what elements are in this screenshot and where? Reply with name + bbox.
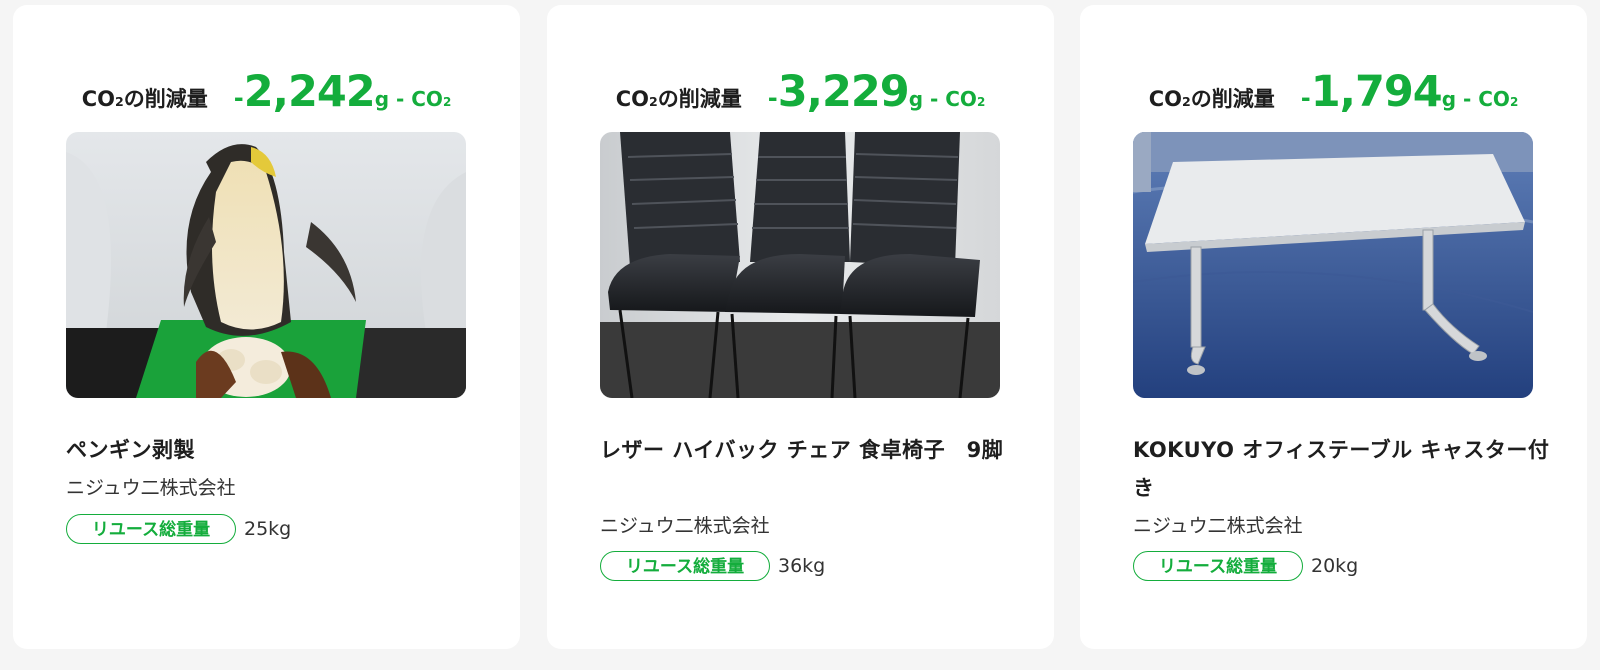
product-card[interactable]: CO2の削減量 -2,242g - CO2 ペンギン剥製 ニジュウ二株式会社 リ… [13, 5, 520, 649]
product-photo[interactable] [600, 132, 1000, 398]
reuse-weight-row: リユース総重量 25kg [66, 514, 291, 544]
product-title[interactable]: レザー ハイバック チェア 食卓椅子 9脚 [600, 431, 1020, 469]
company-name: ニジュウ二株式会社 [66, 477, 236, 499]
co2-reduction-value: -3,229g - CO2 [767, 67, 986, 117]
reuse-weight-badge: リユース総重量 [1133, 551, 1303, 581]
company-name: ニジュウ二株式会社 [1133, 515, 1303, 537]
co2-reduction-row: CO2の削減量 -1,794g - CO2 [1080, 67, 1587, 117]
co2-reduction-label: CO2の削減量 [81, 87, 208, 111]
product-title[interactable]: KOKUYO オフィステーブル キャスター付き [1133, 431, 1553, 507]
reuse-weight-badge: リユース総重量 [66, 514, 236, 544]
co2-reduction-row: CO2の削減量 -2,242g - CO2 [13, 67, 520, 117]
penguin-taxidermy-photo [66, 132, 466, 398]
product-photo[interactable] [66, 132, 466, 398]
reuse-weight-value: 36kg [778, 555, 826, 577]
product-card-grid: CO2の削減量 -2,242g - CO2 ペンギン剥製 ニジュウ二株式会社 リ… [0, 0, 1600, 670]
co2-reduction-label: CO2の削減量 [615, 87, 742, 111]
office-table-photo [1133, 132, 1533, 398]
reuse-weight-value: 25kg [244, 518, 292, 540]
product-photo[interactable] [1133, 132, 1533, 398]
product-card[interactable]: CO2の削減量 -3,229g - CO2 レザー ハイバック チェア 食卓椅子… [547, 5, 1054, 649]
co2-reduction-value: -1,794g - CO2 [1300, 67, 1519, 117]
leather-chairs-photo [600, 132, 1000, 398]
co2-reduction-label: CO2の削減量 [1148, 87, 1275, 111]
company-name: ニジュウ二株式会社 [600, 515, 770, 537]
product-title[interactable]: ペンギン剥製 [66, 431, 486, 469]
co2-reduction-row: CO2の削減量 -3,229g - CO2 [547, 67, 1054, 117]
co2-reduction-value: -2,242g - CO2 [233, 67, 452, 117]
reuse-weight-badge: リユース総重量 [600, 551, 770, 581]
product-card[interactable]: CO2の削減量 -1,794g - CO2 KOKUYO オフィステーブル キャ… [1080, 5, 1587, 649]
reuse-weight-row: リユース総重量 20kg [1133, 551, 1358, 581]
reuse-weight-value: 20kg [1311, 555, 1359, 577]
reuse-weight-row: リユース総重量 36kg [600, 551, 825, 581]
